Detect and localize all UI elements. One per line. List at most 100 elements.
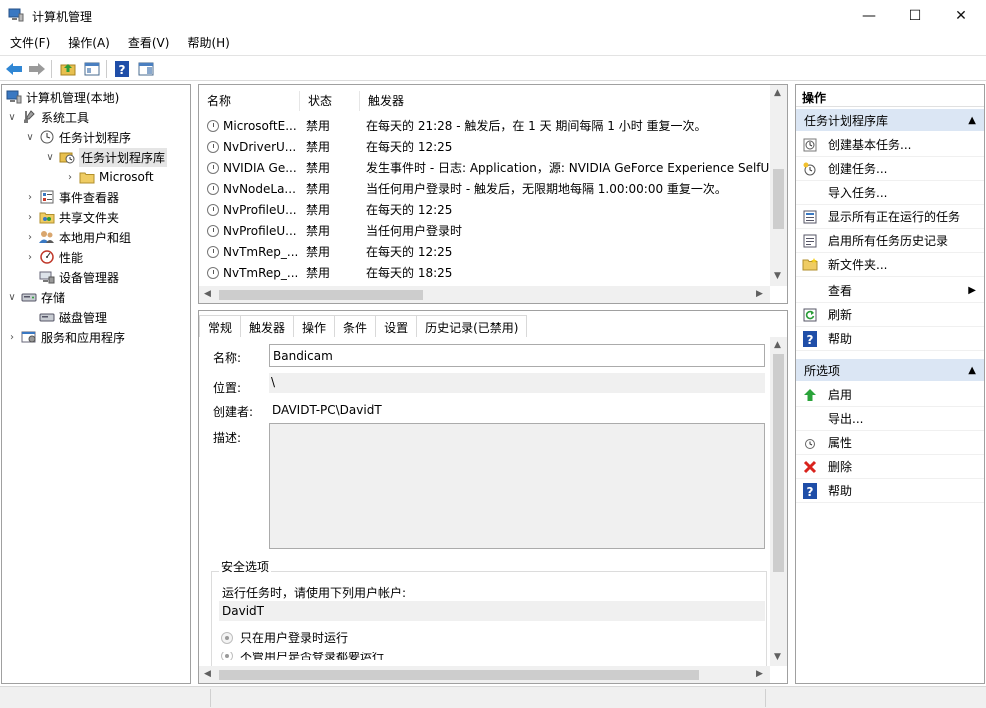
tab-triggers[interactable]: 触发器	[240, 315, 295, 337]
tab-general[interactable]: 常规	[199, 315, 242, 337]
action-view[interactable]: 查看 ▶	[796, 279, 984, 303]
tree-item-task-scheduler[interactable]: ∨ 任务计划程序	[24, 127, 131, 147]
tree-item-device-manager[interactable]: 设备管理器	[24, 267, 119, 287]
up-folder-button[interactable]	[58, 59, 78, 79]
tab-settings[interactable]: 设置	[375, 315, 418, 337]
scroll-right-icon[interactable]: ▶	[756, 289, 763, 299]
disk-icon	[39, 309, 55, 325]
task-name: MicrosoftE...	[223, 118, 297, 133]
back-button[interactable]	[4, 59, 24, 79]
scrollbar-thumb[interactable]	[219, 290, 423, 300]
table-row[interactable]: NvProfileU... 禁用 在每天的 12:25	[199, 199, 769, 220]
scrollbar-thumb[interactable]	[773, 169, 784, 229]
action-delete[interactable]: 删除	[796, 455, 984, 479]
task-list-vertical-scrollbar[interactable]: ▲ ▼	[770, 85, 787, 286]
task-name-field[interactable]: Bandicam	[269, 344, 765, 367]
action-create-basic-task[interactable]: 创建基本任务...	[796, 133, 984, 157]
expand-chevron-icon[interactable]: ›	[24, 232, 36, 243]
scrollbar-thumb[interactable]	[219, 670, 699, 680]
description-field[interactable]	[269, 423, 765, 549]
scroll-left-icon[interactable]: ◀	[204, 669, 211, 679]
tree-item-disk-management[interactable]: 磁盘管理	[24, 307, 107, 327]
scroll-down-icon[interactable]: ▼	[774, 652, 781, 662]
expand-chevron-icon[interactable]: ›	[6, 332, 18, 343]
collapse-chevron-icon[interactable]: ∨	[6, 292, 18, 303]
task-list-horizontal-scrollbar[interactable]: ◀ ▶	[199, 286, 770, 303]
scrollbar-thumb[interactable]	[773, 354, 784, 572]
column-header-status[interactable]: 状态	[300, 91, 360, 111]
menu-help[interactable]: 帮助(H)	[177, 31, 237, 53]
action-enable[interactable]: 启用	[796, 383, 984, 407]
menu-file[interactable]: 文件(F)	[0, 31, 58, 53]
collapse-triangle-icon[interactable]: ▲	[968, 115, 976, 126]
table-row[interactable]: NvTmRep_... 禁用 在每天的 12:25	[199, 241, 769, 262]
action-help[interactable]: ? 帮助	[796, 327, 984, 351]
folder-icon	[79, 169, 95, 185]
tree-item-services-applications[interactable]: › 服务和应用程序	[6, 327, 125, 347]
action-properties[interactable]: 属性	[796, 431, 984, 455]
scroll-up-icon[interactable]: ▲	[774, 88, 781, 98]
scroll-right-icon[interactable]: ▶	[756, 669, 763, 679]
section-header-selected-item[interactable]: 所选项 ▲	[796, 359, 984, 381]
table-row[interactable]: NvNodeLa... 禁用 当任何用户登录时 - 触发后，无限期地每隔 1.0…	[199, 178, 769, 199]
show-hide-tree-button[interactable]	[82, 59, 102, 79]
expand-chevron-icon[interactable]: ›	[24, 212, 36, 223]
scroll-left-icon[interactable]: ◀	[204, 289, 211, 299]
tab-history[interactable]: 历史记录(已禁用)	[416, 315, 528, 337]
forward-button[interactable]	[27, 59, 47, 79]
tab-conditions[interactable]: 条件	[334, 315, 377, 337]
tree-item-event-viewer[interactable]: › 事件查看器	[24, 187, 119, 207]
run-only-logged-on-radio[interactable]: 只在用户登录时运行	[221, 629, 348, 646]
menu-view[interactable]: 查看(V)	[118, 31, 178, 53]
action-new-folder[interactable]: 新文件夹...	[796, 253, 984, 277]
table-row[interactable]: NvProfileU... 禁用 当任何用户登录时	[199, 220, 769, 241]
collapse-chevron-icon[interactable]: ∨	[44, 152, 56, 163]
action-create-task[interactable]: 创建任务...	[796, 157, 984, 181]
no-icon	[802, 185, 818, 201]
scroll-down-icon[interactable]: ▼	[774, 271, 781, 281]
task-trigger: 在每天的 12:25	[366, 140, 453, 154]
detail-vertical-scrollbar[interactable]: ▲ ▼	[770, 337, 787, 666]
action-refresh[interactable]: 刷新	[796, 303, 984, 327]
help-toolbar-button[interactable]: ?	[112, 59, 132, 79]
tree-item-system-tools[interactable]: ∨ 系统工具	[6, 107, 89, 127]
tree-item-microsoft[interactable]: › Microsoft	[64, 167, 154, 187]
close-button[interactable]: ✕	[938, 0, 984, 31]
maximize-button[interactable]: ☐	[892, 0, 938, 31]
show-hide-action-pane-button[interactable]	[136, 59, 156, 79]
tree-item-performance[interactable]: › 性能	[24, 247, 83, 267]
collapse-chevron-icon[interactable]: ∨	[6, 112, 18, 123]
table-row[interactable]: NVIDIA Ge... 禁用 发生事件时 - 日志: Application，…	[199, 157, 769, 178]
scroll-up-icon[interactable]: ▲	[774, 340, 781, 350]
action-export[interactable]: 导出...	[796, 407, 984, 431]
maximize-icon: ☐	[908, 7, 922, 24]
collapse-chevron-icon[interactable]: ∨	[24, 132, 36, 143]
column-header-name[interactable]: 名称	[199, 91, 300, 111]
task-trigger: 当任何用户登录时 - 触发后，无限期地每隔 1.00:00:00 重复一次。	[366, 182, 727, 196]
table-row[interactable]: NvTmRep_... 禁用 在每天的 18:25	[199, 262, 769, 283]
table-row[interactable]: MicrosoftE... 禁用 在每天的 21:28 - 触发后，在 1 天 …	[199, 115, 769, 136]
table-row[interactable]: NvDriverU... 禁用 在每天的 12:25	[199, 136, 769, 157]
minimize-button[interactable]: —	[846, 0, 892, 31]
action-enable-history[interactable]: 启用所有任务历史记录	[796, 229, 984, 253]
tree-item-shared-folders[interactable]: › 共享文件夹	[24, 207, 119, 227]
detail-horizontal-scrollbar[interactable]: ◀ ▶	[199, 666, 770, 683]
tree-item-storage[interactable]: ∨ 存储	[6, 287, 65, 307]
tree-item-task-scheduler-library[interactable]: ∨ 任务计划程序库	[44, 147, 168, 167]
column-header-trigger[interactable]: 触发器	[360, 91, 769, 111]
action-help-selected[interactable]: ? 帮助	[796, 479, 984, 503]
run-whether-logged-on-radio[interactable]: 不管用户是否登录都要运行	[221, 652, 384, 660]
tree-item-local-users-groups[interactable]: › 本地用户和组	[24, 227, 131, 247]
action-show-running-tasks[interactable]: 显示所有正在运行的任务	[796, 205, 984, 229]
tab-actions[interactable]: 操作	[293, 315, 336, 337]
action-import-task[interactable]: 导入任务...	[796, 181, 984, 205]
collapse-triangle-icon[interactable]: ▲	[968, 365, 976, 376]
expand-chevron-icon[interactable]: ›	[24, 192, 36, 203]
expand-chevron-icon[interactable]: ›	[64, 172, 76, 183]
tree-item-computer-management[interactable]: 计算机管理(本地)	[6, 87, 119, 107]
device-manager-icon	[39, 269, 55, 285]
expand-chevron-icon[interactable]: ›	[24, 252, 36, 263]
status-bar	[0, 686, 986, 708]
section-header-library[interactable]: 任务计划程序库 ▲	[796, 109, 984, 131]
menu-action[interactable]: 操作(A)	[58, 31, 118, 53]
